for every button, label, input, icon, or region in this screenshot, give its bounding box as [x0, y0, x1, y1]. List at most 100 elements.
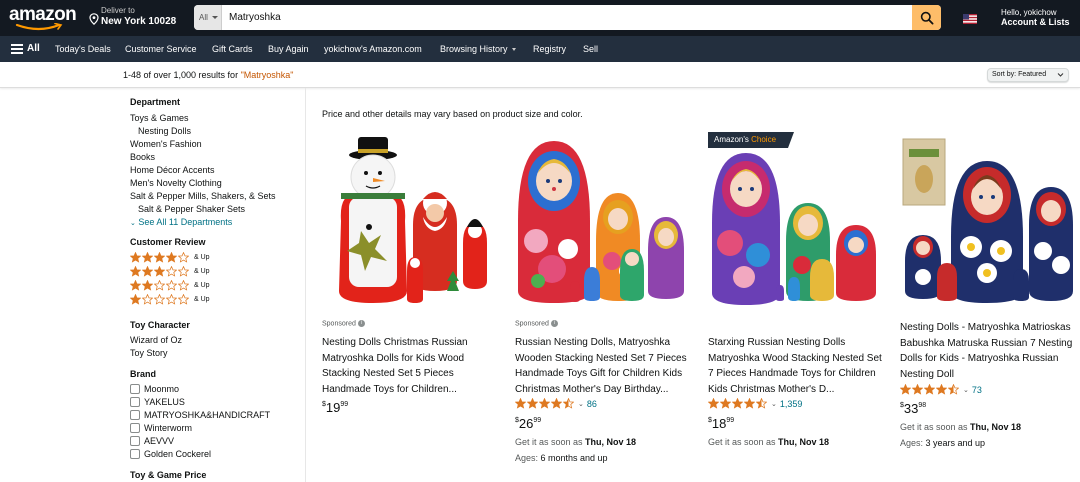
brand-checkbox[interactable] [130, 410, 140, 420]
deliver-label: Deliver to [101, 6, 135, 15]
dept-salt-pepper-mills[interactable]: Salt & Pepper Mills, Shakers, & Sets [130, 191, 276, 201]
sort-by-dropdown[interactable]: Sort by: Featured [987, 68, 1069, 82]
product-image[interactable] [322, 128, 502, 314]
product-image[interactable] [515, 128, 695, 314]
logo-text: amazon [9, 4, 77, 25]
nav-buy-again[interactable]: Buy Again [268, 36, 309, 62]
rating-count: 73 [971, 384, 982, 395]
product-title[interactable]: Nesting Dolls Christmas Russian Matryosh… [322, 335, 502, 397]
account-lists-label: Account & Lists [1001, 17, 1070, 27]
product-rating[interactable]: ⌄ 73 [900, 384, 982, 395]
brand-aevvv-label[interactable]: AEVVV [144, 436, 174, 446]
info-icon[interactable]: i [357, 320, 365, 327]
star-icon [154, 294, 165, 305]
product-price[interactable]: $2699 [515, 416, 541, 431]
dept-toys-games[interactable]: Toys & Games [130, 113, 189, 123]
search-input[interactable] [224, 5, 904, 30]
star-icon [515, 398, 526, 409]
product-rating[interactable]: ⌄ 86 [515, 398, 597, 409]
nav-browsing-history[interactable]: Browsing History [440, 36, 516, 62]
deliver-to[interactable]: Deliver to New York 10028 [89, 6, 189, 32]
product-rating[interactable]: ⌄ 1,359 [708, 398, 802, 409]
product-image[interactable] [900, 128, 1080, 314]
nav-all[interactable]: All [27, 36, 40, 62]
dept-nesting-dolls[interactable]: Nesting Dolls [138, 126, 191, 136]
rating-filter-2-up[interactable]: & Up [130, 280, 210, 291]
and-up-label: & Up [194, 254, 210, 261]
product-title[interactable]: Starxing Russian Nesting Dolls Matryoshk… [708, 335, 888, 397]
info-icon[interactable]: i [550, 320, 558, 327]
department-heading: Department [130, 97, 181, 107]
search-category-dropdown[interactable]: All [194, 5, 222, 30]
character-toy-story[interactable]: Toy Story [130, 348, 168, 358]
product-image[interactable] [708, 128, 888, 314]
star-icon [551, 398, 562, 409]
product-title[interactable]: Nesting Dolls - Matryoshka Matrioskas Ba… [900, 320, 1080, 382]
product-card: Sponsored i Russian Nesting Dolls, Matryo… [515, 128, 695, 482]
search-button[interactable] [912, 5, 941, 30]
brand-checkbox[interactable] [130, 423, 140, 433]
hamburger-icon[interactable] [11, 44, 23, 54]
and-up-label: & Up [194, 268, 210, 275]
brand-moonmo-label[interactable]: Moonmo [144, 384, 179, 394]
nav-gift-cards[interactable]: Gift Cards [212, 36, 253, 62]
star-icon [166, 280, 177, 291]
us-flag-icon[interactable] [963, 14, 977, 24]
star-icon [166, 252, 177, 263]
rating-count: 86 [586, 398, 597, 409]
star-icon [154, 280, 165, 291]
ages-value: 6 months and up [540, 453, 608, 463]
dept-books[interactable]: Books [130, 152, 155, 162]
brand-golden-cockerel-label[interactable]: Golden Cockerel [144, 449, 211, 459]
logo-smile-icon [15, 23, 63, 31]
star-icon [563, 398, 574, 409]
nav-todays-deals[interactable]: Today's Deals [55, 36, 111, 62]
dept-home-decor-accents[interactable]: Home Décor Accents [130, 165, 215, 175]
nav-registry[interactable]: Registry [533, 36, 566, 62]
brand-checkbox[interactable] [130, 449, 140, 459]
account-greeting: Hello, yokichow [1001, 8, 1057, 17]
product-price[interactable]: $3398 [900, 401, 926, 416]
product-price[interactable]: $1999 [322, 400, 348, 415]
age-range: Ages: 6 months and up [515, 453, 608, 463]
amazons-choice-badge[interactable]: Amazon's Choice [708, 132, 795, 148]
star-icon [948, 384, 959, 395]
rating-filter-4-up[interactable]: & Up [130, 252, 210, 263]
nav-your-amazon[interactable]: yokichow's Amazon.com [324, 36, 422, 62]
search-icon [920, 11, 934, 25]
account-and-lists[interactable]: Hello, yokichow Account & Lists [1001, 8, 1070, 28]
badge-main-text: Amazon's [714, 135, 752, 144]
product-card: Sponsored i Nesting Dolls Christmas Russi… [322, 128, 502, 482]
brand-checkbox[interactable] [130, 384, 140, 394]
customer-review-heading: Customer Review [130, 237, 206, 247]
dept-salt-pepper-shaker-sets[interactable]: Salt & Pepper Shaker Sets [138, 204, 245, 214]
amazon-logo[interactable]: amazon [9, 4, 77, 32]
delivery-date: Thu, Nov 18 [778, 437, 830, 447]
brand-checkbox[interactable] [130, 436, 140, 446]
dept-womens-fashion[interactable]: Women's Fashion [130, 139, 202, 149]
character-wizard-of-oz[interactable]: Wizard of Oz [130, 335, 182, 345]
rating-filter-3-up[interactable]: & Up [130, 266, 210, 277]
star-icon [154, 252, 165, 263]
product-card: Amazon's Choice Starxing Russian Nesting… [708, 128, 888, 482]
results-query: "Matryoshka" [240, 70, 294, 80]
chevron-down-icon [511, 48, 516, 52]
brand-yakelus-label[interactable]: YAKELUS [144, 397, 185, 407]
nav-customer-service[interactable]: Customer Service [125, 36, 197, 62]
star-icon [924, 384, 935, 395]
product-title[interactable]: Russian Nesting Dolls, Matryoshka Wooden… [515, 335, 695, 397]
dept-mens-novelty-clothing[interactable]: Men's Novelty Clothing [130, 178, 222, 188]
brand-heading: Brand [130, 369, 157, 379]
nesting-dolls-image [518, 141, 684, 303]
rating-filter-1-up[interactable]: & Up [130, 294, 210, 305]
star-icon [912, 384, 923, 395]
and-up-label: & Up [194, 282, 210, 289]
rating-stars [900, 384, 960, 395]
nav-sell[interactable]: Sell [583, 36, 598, 62]
chevron-down-icon: ⌄ [578, 400, 584, 408]
brand-winterworm-label[interactable]: Winterworm [144, 423, 192, 433]
product-price[interactable]: $1899 [708, 416, 734, 431]
brand-checkbox[interactable] [130, 397, 140, 407]
see-all-departments-link[interactable]: ⌄ See All 11 Departments [130, 217, 232, 227]
brand-matryoshka-handicraft-label[interactable]: MATRYOSHKA&HANDICRAFT [144, 410, 270, 420]
